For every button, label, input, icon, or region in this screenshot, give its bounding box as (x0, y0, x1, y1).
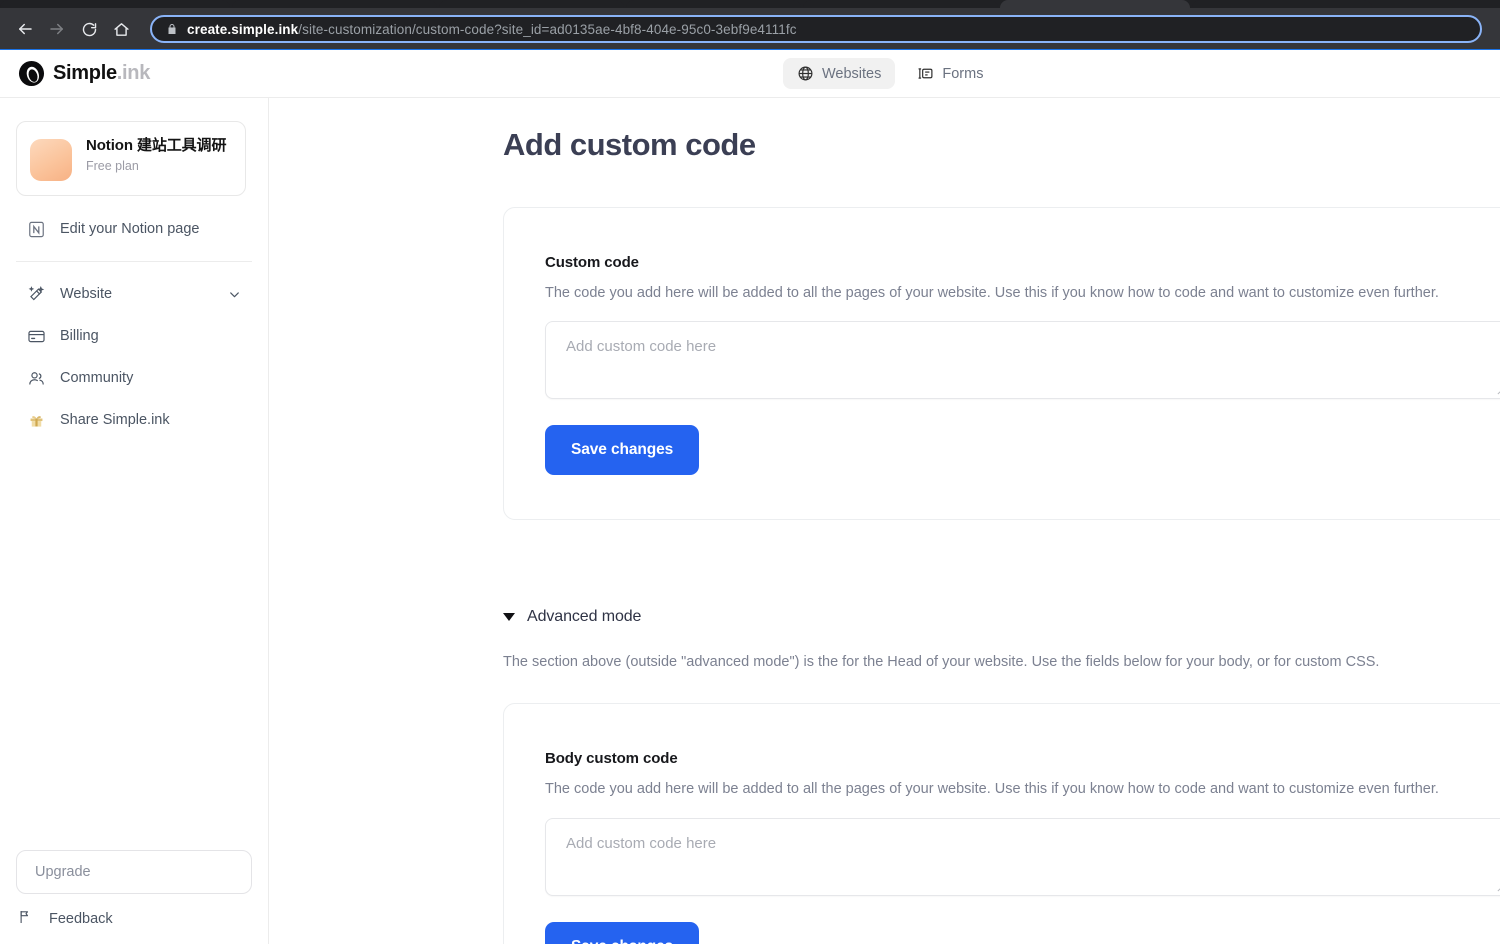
upgrade-button-label: Upgrade (35, 864, 91, 880)
brand-primary: Simple (53, 62, 117, 84)
site-plan-badge: Free plan (86, 159, 139, 174)
site-thumbnail (30, 139, 72, 181)
browser-tab[interactable] (803, 0, 998, 8)
back-arrow-icon[interactable] (10, 14, 40, 44)
brand-logo[interactable]: Simple.ink (18, 60, 150, 87)
body-custom-code-textarea[interactable]: Add custom code here (545, 817, 1500, 896)
header-nav: Websites Forms (783, 58, 997, 89)
tab-websites-label: Websites (822, 65, 882, 82)
form-icon (917, 65, 934, 82)
web-page: Simple.ink Websites Forms Notion 建站工具调研 … (0, 50, 1500, 944)
browser-tab[interactable] (1192, 0, 1372, 8)
body-custom-code-placeholder: Add custom code here (566, 834, 717, 852)
credit-card-icon (26, 326, 46, 346)
forward-arrow-icon (42, 14, 72, 44)
browser-tab[interactable] (232, 0, 437, 8)
sidebar-item-share-simpleink[interactable]: Share Simple.ink (10, 401, 258, 439)
sidebar-divider (16, 261, 252, 262)
body-custom-code-label: Body custom code (545, 750, 678, 768)
sidebar-item-billing-label: Billing (60, 328, 99, 344)
upgrade-button[interactable]: Upgrade (16, 850, 252, 894)
url-host: create.simple.ink (187, 21, 299, 37)
resize-handle[interactable] (1496, 384, 1500, 395)
sidebar-item-community[interactable]: Community (10, 359, 258, 397)
sidebar-item-edit-notion-page[interactable]: Edit your Notion page (10, 210, 258, 248)
sidebar-item-feedback-label: Feedback (49, 911, 113, 927)
custom-code-placeholder: Add custom code here (566, 338, 717, 356)
notion-icon (26, 219, 46, 239)
browser-tab[interactable] (0, 0, 230, 8)
tab-forms[interactable]: Forms (903, 58, 997, 89)
url-path: /site-customization/custom-code?site_id=… (298, 21, 797, 37)
simpleink-logo-icon (18, 60, 45, 87)
sidebar-item-website-label: Website (60, 286, 113, 302)
sidebar-footer: Upgrade Feedback (0, 850, 268, 944)
site-meta: Notion 建站工具调研 Free plan (86, 136, 226, 173)
advanced-mode-description: The section above (outside "advanced mod… (503, 654, 1380, 671)
main-content: Add custom code Custom code The code you… (269, 98, 1500, 944)
browser-tab-active[interactable] (1000, 0, 1190, 8)
site-card[interactable]: Notion 建站工具调研 Free plan (16, 121, 246, 196)
tab-forms-label: Forms (942, 65, 984, 82)
share-gift-icon (26, 410, 46, 430)
resize-handle[interactable] (1496, 881, 1500, 892)
page-title: Add custom code (503, 127, 756, 162)
brand-text: Simple.ink (53, 62, 150, 85)
custom-code-textarea[interactable]: Add custom code here (545, 321, 1500, 400)
brand-secondary: .ink (116, 62, 151, 84)
custom-code-description: The code you add here will be added to a… (545, 285, 1439, 301)
browser-toolbar: create.simple.ink/site-customization/cus… (0, 8, 1500, 51)
reload-icon[interactable] (74, 14, 104, 44)
caret-down-icon (503, 613, 515, 622)
sidebar-item-website[interactable]: Website (10, 275, 258, 313)
chevron-down-icon[interactable] (227, 287, 242, 302)
users-icon (26, 368, 46, 388)
save-changes-button-body-label: Save changes (571, 938, 673, 944)
sidebar-item-billing[interactable]: Billing (10, 317, 258, 355)
advanced-mode-toggle[interactable]: Advanced mode (503, 608, 1500, 626)
page-body: Notion 建站工具调研 Free plan Edit your Notion… (0, 98, 1500, 944)
lock-icon (166, 22, 178, 36)
custom-code-label: Custom code (545, 254, 639, 271)
save-changes-button-head[interactable]: Save changes (545, 425, 700, 476)
browser-tab-strip[interactable] (0, 0, 1500, 8)
body-custom-code-card: Body custom code The code you add here w… (503, 703, 1500, 944)
main-inner: Add custom code Custom code The code you… (269, 98, 1500, 944)
sidebar: Notion 建站工具调研 Free plan Edit your Notion… (0, 98, 269, 944)
sidebar-item-edit-notion-page-label: Edit your Notion page (60, 221, 200, 237)
body-custom-code-description: The code you add here will be added to a… (545, 781, 1439, 798)
flag-icon (17, 908, 35, 930)
home-icon[interactable] (106, 14, 136, 44)
sidebar-item-feedback[interactable]: Feedback (16, 894, 252, 944)
save-changes-button-body[interactable]: Save changes (545, 921, 700, 944)
advanced-mode-label: Advanced mode (527, 608, 642, 626)
magic-wand-icon (26, 284, 46, 304)
save-changes-button-head-label: Save changes (571, 441, 674, 459)
globe-icon (797, 65, 814, 82)
custom-code-card: Custom code The code you add here will b… (503, 207, 1500, 521)
browser-tab[interactable] (439, 0, 624, 8)
address-bar[interactable]: create.simple.ink/site-customization/cus… (150, 15, 1482, 43)
sidebar-nav-list: Website Billing Community Share Simple.i… (0, 275, 268, 439)
app-header: Simple.ink Websites Forms (0, 50, 1500, 98)
browser-tab[interactable] (626, 0, 801, 8)
tab-websites[interactable]: Websites (783, 58, 896, 89)
site-title: Notion 建站工具调研 (86, 137, 227, 154)
sidebar-item-share-simpleink-label: Share Simple.ink (60, 412, 170, 428)
browser-window: create.simple.ink/site-customization/cus… (0, 0, 1500, 944)
sidebar-item-community-label: Community (60, 370, 134, 386)
url-text: create.simple.ink/site-customization/cus… (187, 22, 797, 37)
